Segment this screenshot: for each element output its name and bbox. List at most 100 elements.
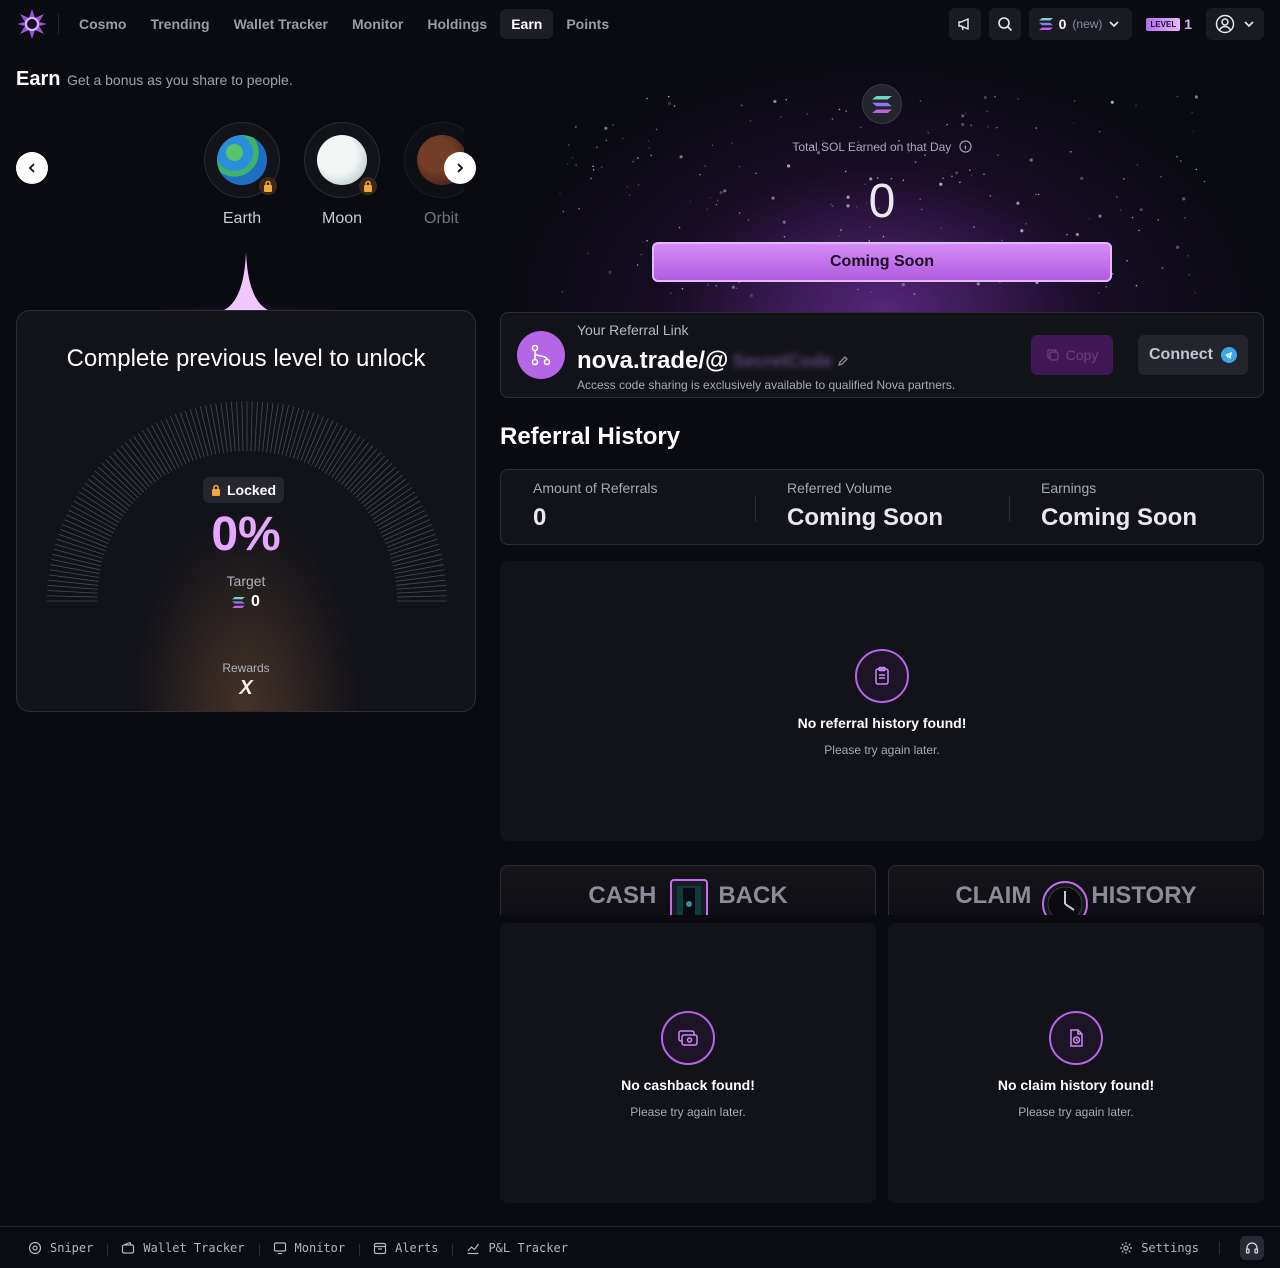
bottom-wallet-tracker[interactable]: Wallet Tracker <box>107 1241 260 1256</box>
logo-icon[interactable] <box>16 8 48 40</box>
user-menu-button[interactable] <box>1206 8 1264 40</box>
bottom-toolbar-right: Settings <box>1119 1227 1264 1268</box>
stat-earnings: Earnings Coming Soon <box>1009 470 1263 544</box>
edit-icon[interactable] <box>837 355 849 367</box>
headset-icon <box>1245 1242 1259 1254</box>
nav-cosmo[interactable]: Cosmo <box>68 9 137 39</box>
megaphone-icon <box>957 17 969 31</box>
level-carousel: Earth Moon Orbit <box>16 120 476 240</box>
nav-points[interactable]: Points <box>555 9 620 39</box>
star-dot <box>844 170 847 173</box>
star-dot <box>969 169 971 171</box>
monitor-icon <box>273 1242 286 1255</box>
referral-link[interactable]: nova.trade/@ SecretCode <box>577 347 849 375</box>
wallet-balance: 0 <box>1058 16 1067 32</box>
gauge-tick <box>300 414 320 462</box>
nav-holdings[interactable]: Holdings <box>416 9 498 39</box>
chart-line-icon <box>467 1243 480 1255</box>
star-dot <box>780 116 782 118</box>
star-dot <box>704 165 706 167</box>
stat-referrals: Amount of Referrals 0 <box>533 480 658 531</box>
target-value: 0 <box>251 593 260 610</box>
gauge-tick <box>174 414 194 462</box>
claim-history-header: CLAIM HISTORY <box>888 865 1264 915</box>
star-dot <box>1192 130 1195 133</box>
wallet-selector[interactable]: 0 (new) <box>1028 8 1133 40</box>
bottom-sniper[interactable]: Sniper <box>16 1241 109 1255</box>
level-earth[interactable]: Earth <box>204 122 280 228</box>
star-dot <box>731 285 735 289</box>
star-dot <box>646 239 648 242</box>
star-dot <box>738 165 741 168</box>
connect-telegram-button[interactable]: Connect <box>1138 335 1248 375</box>
info-icon[interactable] <box>959 140 972 153</box>
nav-divider <box>58 14 59 34</box>
nav-earn[interactable]: Earn <box>500 9 554 39</box>
star-dot <box>575 126 577 128</box>
level-label: LEVEL <box>1146 17 1181 31</box>
locked-badge: Locked <box>203 477 285 503</box>
gauge-tick <box>321 427 348 472</box>
sol-earned-hero: Total SOL Earned on that Day 0 Coming So… <box>500 56 1264 312</box>
level-badge[interactable]: LEVEL 1 <box>1140 8 1198 40</box>
star-dot <box>1066 233 1068 236</box>
star-dot <box>997 154 999 156</box>
carousel-prev-button[interactable] <box>16 152 48 184</box>
target-label: Target <box>226 573 266 589</box>
star-dot <box>882 235 885 238</box>
star-dot <box>783 235 786 238</box>
star-dot <box>592 165 594 168</box>
star-dot <box>641 240 644 243</box>
bottom-monitor[interactable]: Monitor <box>258 1241 362 1256</box>
nav-right: 0 (new) LEVEL 1 <box>948 8 1264 40</box>
star-dot <box>1111 272 1114 275</box>
star-dot <box>970 124 972 127</box>
coming-soon-button[interactable]: Coming Soon <box>652 242 1112 282</box>
earth-icon <box>217 135 267 185</box>
star-dot <box>669 292 672 294</box>
star-dot <box>961 122 965 127</box>
star-dot <box>592 169 595 171</box>
star-dot <box>571 157 574 159</box>
moon-icon <box>317 135 367 185</box>
referral-history-empty: No referral history found! Please try ag… <box>500 561 1264 841</box>
star-dot <box>901 283 905 287</box>
star-dot <box>1161 267 1164 269</box>
star-dot <box>1073 100 1076 102</box>
search-button[interactable] <box>988 8 1021 40</box>
bottom-pnl-tracker[interactable]: P&L Tracker <box>452 1241 583 1256</box>
gauge-tick <box>225 402 232 452</box>
nav-trending[interactable]: Trending <box>139 9 220 39</box>
star-dot <box>994 95 996 98</box>
copy-button[interactable]: Copy <box>1031 335 1113 375</box>
empty-title: No referral history found! <box>797 715 967 731</box>
locked-label: Locked <box>227 482 277 498</box>
announcement-button[interactable] <box>948 8 981 40</box>
star-dot <box>927 131 930 134</box>
gauge-tick <box>250 401 253 452</box>
nav-wallet-tracker[interactable]: Wallet Tracker <box>223 9 339 39</box>
star-dot <box>1035 127 1038 129</box>
star-dot <box>1029 158 1033 162</box>
support-button[interactable] <box>1240 1236 1264 1260</box>
nav-links: Cosmo Trending Wallet Tracker Monitor Ho… <box>68 9 620 39</box>
gauge-tick <box>205 405 217 455</box>
nav-monitor[interactable]: Monitor <box>341 9 414 39</box>
star-dot <box>869 291 872 293</box>
level-moon[interactable]: Moon <box>304 122 380 228</box>
referral-link-prefix: nova.trade/@ <box>577 347 729 374</box>
page-subtitle: Get a bonus as you share to people. <box>67 72 293 88</box>
star-dot <box>604 126 608 130</box>
carousel-next-button[interactable] <box>444 152 476 184</box>
star-dot <box>976 282 980 286</box>
gauge-tick <box>325 430 352 474</box>
settings-button[interactable]: Settings <box>1119 1241 1220 1255</box>
chevron-down-icon <box>1109 21 1119 28</box>
gauge-tick <box>170 416 190 463</box>
referral-branch-icon <box>517 331 565 379</box>
empty-title: No cashback found! <box>621 1077 755 1093</box>
gauge-tick <box>210 404 221 454</box>
target-value-row: 0 <box>17 593 475 611</box>
gauge-tick <box>155 422 180 468</box>
bottom-alerts[interactable]: Alerts <box>359 1241 454 1256</box>
